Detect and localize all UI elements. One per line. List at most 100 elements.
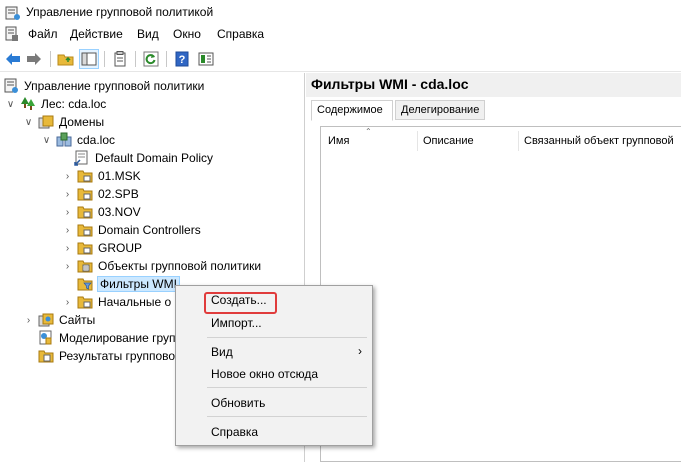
menu-item-label: Импорт... <box>211 316 262 330</box>
chevron-right-icon[interactable]: › <box>23 311 34 329</box>
menu-separator <box>207 416 367 417</box>
window-title: Управление групповой политикой <box>26 5 214 19</box>
column-separator[interactable] <box>417 131 418 151</box>
tree-item-label: Домены <box>59 115 105 129</box>
wmi-filter-list[interactable]: ⌃ Имя Описание Связанный объект группово… <box>320 126 681 462</box>
column-header-description[interactable]: Описание <box>423 135 474 147</box>
tree-item-default-domain-policy[interactable]: Default Domain Policy <box>74 149 213 167</box>
menu-action[interactable]: Действие <box>70 27 123 41</box>
chevron-down-icon[interactable]: ∨ <box>41 131 52 149</box>
chevron-down-icon[interactable]: ∨ <box>5 95 16 113</box>
console-menu-icon[interactable] <box>5 26 19 45</box>
tree-item-domains[interactable]: ∨ Домены <box>23 113 104 131</box>
back-arrow-icon[interactable] <box>3 49 23 69</box>
chevron-right-icon[interactable]: › <box>62 239 73 257</box>
gpo-folder-icon <box>77 258 93 274</box>
tree-item-label: cda.loc <box>77 133 116 147</box>
highlight-box <box>204 292 277 314</box>
chevron-right-icon[interactable]: › <box>62 293 73 311</box>
show-tree-icon[interactable] <box>79 49 99 69</box>
tree-item-gpm-root[interactable]: Управление групповой политики <box>3 77 204 95</box>
tree-item-label: 02.SPB <box>98 187 139 201</box>
menu-item-refresh[interactable]: Обновить <box>176 393 372 413</box>
tree-item-03-nov[interactable]: › 03.NOV <box>62 203 141 221</box>
menu-item-help[interactable]: Справка <box>176 422 372 442</box>
tab-delegation[interactable]: Делегирование <box>395 100 485 120</box>
tree-item-gpo-container[interactable]: › Объекты групповой политики <box>62 257 261 275</box>
toolbar: ? <box>0 45 681 72</box>
ou-folder-icon <box>77 222 93 238</box>
tree-item-label: Фильтры WMI <box>97 276 180 292</box>
column-header-name[interactable]: Имя <box>328 135 349 147</box>
menu-window[interactable]: Окно <box>173 27 201 41</box>
chevron-right-icon[interactable]: › <box>62 167 73 185</box>
tree-item-group[interactable]: › GROUP <box>62 239 142 257</box>
chevron-down-icon[interactable]: ∨ <box>23 113 34 131</box>
gpm-root-icon <box>3 78 19 94</box>
tree-item-label: Default Domain Policy <box>95 151 214 165</box>
results-icon <box>38 348 54 364</box>
forward-arrow-icon[interactable] <box>24 49 44 69</box>
submenu-arrow-icon: › <box>358 344 362 358</box>
sort-ascending-icon: ⌃ <box>365 127 372 136</box>
sites-icon <box>38 312 54 328</box>
domain-icon <box>56 132 72 148</box>
details-title: Фильтры WMI - cda.loc <box>311 76 469 92</box>
tree-item-label: Результаты группово <box>59 349 176 363</box>
menu-item-label: Новое окно отсюда <box>211 367 319 381</box>
column-separator[interactable] <box>518 131 519 151</box>
menu-item-label: Справка <box>211 425 259 439</box>
tree-item-label: Сайты <box>59 313 96 327</box>
chevron-right-icon[interactable]: › <box>62 203 73 221</box>
menu-item-create[interactable]: Создать... <box>176 290 372 314</box>
menu-item-label: Вид <box>211 345 233 359</box>
tree-item-starter-gpos[interactable]: › Начальные о <box>62 293 171 311</box>
tree-item-wmi-filters[interactable]: Фильтры WMI <box>77 275 180 293</box>
menu-item-new-window[interactable]: Новое окно отсюда <box>176 364 372 384</box>
modeling-icon <box>38 330 54 346</box>
tree-item-label: Domain Controllers <box>98 223 201 237</box>
domains-icon <box>38 114 54 130</box>
menu-separator <box>207 387 367 388</box>
tree-item-label: Моделирование групп <box>59 331 183 345</box>
menu-item-label: Обновить <box>211 396 266 410</box>
tree-item-sites[interactable]: › Сайты <box>23 311 95 329</box>
tree-item-label: 03.NOV <box>98 205 141 219</box>
console-icon[interactable] <box>196 49 216 69</box>
menu-item-import[interactable]: Импорт... <box>176 313 372 333</box>
tree-item-forest[interactable]: ∨ Лес: cda.loc <box>5 95 106 113</box>
tree-item-domain-controllers[interactable]: › Domain Controllers <box>62 221 201 239</box>
forest-icon <box>20 96 36 112</box>
tree-item-01-msk[interactable]: › 01.MSK <box>62 167 141 185</box>
folder-up-icon[interactable] <box>56 49 76 69</box>
chevron-right-icon[interactable]: › <box>62 221 73 239</box>
properties-icon[interactable] <box>110 49 130 69</box>
title-bar: Управление групповой политикой <box>0 0 681 24</box>
toolbar-separator <box>166 51 167 67</box>
refresh-icon[interactable] <box>141 49 161 69</box>
context-menu: Создать... Импорт... Вид › Новое окно от… <box>175 285 373 446</box>
chevron-right-icon[interactable]: › <box>62 257 73 275</box>
tree-item-02-spb[interactable]: › 02.SPB <box>62 185 139 203</box>
ou-folder-icon <box>77 204 93 220</box>
tab-contents[interactable]: Содержимое <box>311 100 393 121</box>
svg-text:?: ? <box>179 54 186 66</box>
wmi-filter-folder-icon <box>77 276 93 292</box>
gpo-link-icon <box>74 150 90 166</box>
starter-gpo-folder-icon <box>77 294 93 310</box>
tree-item-gp-results[interactable]: Результаты группово <box>38 347 175 365</box>
toolbar-separator <box>104 51 105 67</box>
column-header-linked-gpo[interactable]: Связанный объект групповой <box>524 135 674 147</box>
tree-item-domain-cda[interactable]: ∨ cda.loc <box>41 131 115 149</box>
tree-item-label: Лес: cda.loc <box>41 97 107 111</box>
menu-view[interactable]: Вид <box>137 27 159 41</box>
tree-item-gp-modeling[interactable]: Моделирование групп <box>38 329 182 347</box>
tree-item-label: Объекты групповой политики <box>98 259 262 273</box>
menu-item-view[interactable]: Вид › <box>176 342 372 362</box>
chevron-right-icon[interactable]: › <box>62 185 73 203</box>
gpmc-icon <box>5 5 21 24</box>
help-icon[interactable]: ? <box>172 49 192 69</box>
tree-item-label: 01.MSK <box>98 169 141 183</box>
menu-file[interactable]: Файл <box>28 27 58 41</box>
menu-help[interactable]: Справка <box>217 27 264 41</box>
